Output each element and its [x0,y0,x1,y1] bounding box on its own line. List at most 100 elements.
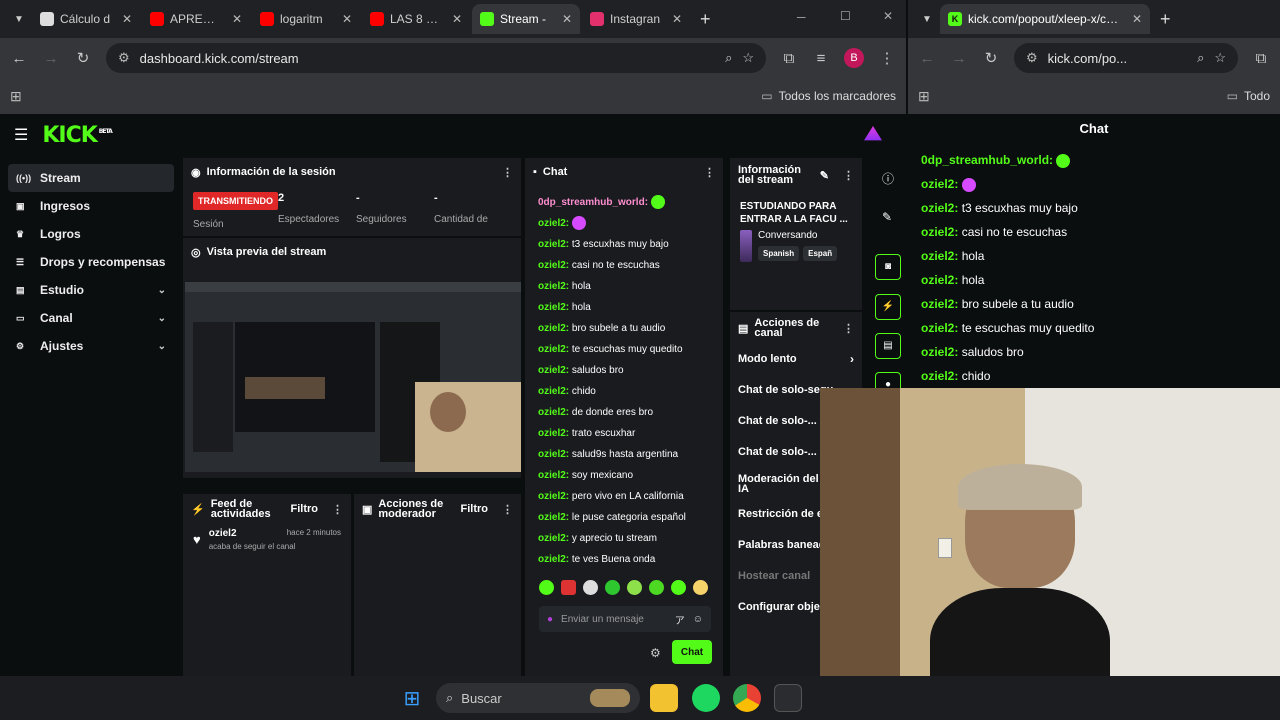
chat-username[interactable]: oziel2: [538,407,569,418]
minimize-button[interactable]: ─ [797,10,806,24]
taskbar-search[interactable]: ⌕ Buscar [436,683,640,713]
windows-start-icon[interactable]: ⊞ [398,684,426,712]
mod-more-icon[interactable]: ⋮ [502,503,513,516]
session-more-icon[interactable]: ⋮ [502,166,513,179]
chrome-icon[interactable] [733,684,761,712]
forward-icon[interactable]: → [42,50,60,67]
mic-icon[interactable]: ● [547,614,553,625]
sidebar-item-canal[interactable]: ▭ Canal ⌄ [8,304,174,332]
popout-extensions-icon[interactable]: ⧉ [1252,50,1270,67]
list-icon[interactable]: ▤ [875,333,901,359]
chat-input[interactable]: ● Enviar un mensaje ア ☺ [539,606,711,632]
url-field[interactable]: ⚙ dashboard.kick.com/stream ⌕ ☆ [106,43,766,73]
close-tab-icon[interactable]: ✕ [1132,12,1142,26]
emote-icon[interactable] [539,580,554,595]
chat-username[interactable]: oziel2: [538,470,569,481]
stream-info-more-icon[interactable]: ⋮ [843,169,854,182]
chat-username[interactable]: oziel2: [538,323,569,334]
popout-bookmarks-button[interactable]: ▭ Todo [1227,89,1270,103]
menu-icon[interactable]: ⋮ [878,49,896,67]
kick-logo[interactable]: KICK BETA [42,123,112,148]
chat-username[interactable]: oziel2: [538,554,569,565]
mod-filter-button[interactable]: Filtro [461,503,489,515]
info-icon[interactable]: ⓘ [882,170,894,187]
popout-tab-search-icon[interactable]: ▼ [916,14,938,25]
bookmark-star-icon[interactable]: ☆ [742,50,754,66]
chat-username[interactable]: oziel2: [921,225,958,239]
apps-icon[interactable]: ⊞ [10,88,22,105]
popout-apps-icon[interactable]: ⊞ [918,88,930,105]
tag-chip[interactable]: Españ [803,246,838,261]
chat-username[interactable]: oziel2: [921,321,958,335]
chat-username[interactable]: oziel2: [921,177,958,191]
popout-zoom-icon[interactable]: ⌕ [1197,50,1204,66]
emote-icon[interactable] [627,580,642,595]
close-window-button[interactable]: ✕ [883,9,893,23]
browser-tab[interactable]: Cálculo d ✕ [32,4,140,34]
chat-username[interactable]: oziel2: [921,201,958,215]
chat-username[interactable]: oziel2: [921,345,958,359]
chat-username[interactable]: 0dp_streamhub_world: [538,197,648,208]
emote-icon[interactable] [605,580,620,595]
channel-actions-more-icon[interactable]: ⋮ [843,322,854,335]
popout-back-icon[interactable]: ← [918,50,936,67]
maximize-button[interactable]: ☐ [840,9,851,23]
browser-tab[interactable]: logaritm ✕ [252,4,360,34]
browser-tab[interactable]: APRENDI ✕ [142,4,250,34]
pencil-icon[interactable]: ✎ [882,210,892,224]
back-icon[interactable]: ← [10,50,28,67]
chat-username[interactable]: oziel2: [538,491,569,502]
sidebar-item-logros[interactable]: ♛ Logros [8,220,174,248]
browser-tab[interactable]: LAS 8 PR ✕ [362,4,470,34]
chat-username[interactable]: oziel2: [921,369,958,383]
emote-icon[interactable] [649,580,664,595]
feed-filter-button[interactable]: Filtro [291,503,319,515]
camera-icon[interactable]: ◙ [875,254,901,280]
chat-username[interactable]: oziel2: [538,512,569,523]
reload-icon[interactable]: ↻ [74,49,92,67]
chat-more-icon[interactable]: ⋮ [704,166,715,179]
notification-avatar-icon[interactable] [864,126,882,141]
feed-user[interactable]: oziel2 [209,528,237,539]
close-tab-icon[interactable]: ✕ [232,12,242,26]
chat-username[interactable]: oziel2: [921,273,958,287]
chat-username[interactable]: oziel2: [538,386,569,397]
chat-username[interactable]: oziel2: [538,449,569,460]
all-bookmarks-button[interactable]: ▭ Todos los marcadores [761,89,896,103]
browser-tab[interactable]: Instagran ✕ [582,4,690,34]
emote-icon[interactable] [561,580,576,595]
close-tab-icon[interactable]: ✕ [562,12,572,26]
sidebar-item-ingresos[interactable]: ▣ Ingresos [8,192,174,220]
chat-username[interactable]: oziel2: [538,239,569,250]
tag-chip[interactable]: Spanish [758,246,800,261]
file-explorer-icon[interactable] [650,684,678,712]
zoom-icon[interactable]: ⌕ [725,50,732,66]
chat-username[interactable]: oziel2: [538,281,569,292]
chat-username[interactable]: oziel2: [921,297,958,311]
popout-tab[interactable]: K kick.com/popout/xleep-x/chat ✕ [940,4,1150,34]
hamburger-menu-icon[interactable]: ☰ [14,125,28,145]
spotify-icon[interactable] [692,684,720,712]
popout-star-icon[interactable]: ☆ [1214,50,1226,66]
sidebar-item-estudio[interactable]: ▤ Estudio ⌄ [8,276,174,304]
edit-icon[interactable]: ✎ [820,169,829,182]
chat-username[interactable]: oziel2: [538,302,569,313]
chat-username[interactable]: oziel2: [538,428,569,439]
browser-tab[interactable]: Stream - ✕ [472,4,580,34]
close-tab-icon[interactable]: ✕ [452,12,462,26]
sidebar-item-stream[interactable]: ((•)) Stream [8,164,174,192]
chat-username[interactable]: oziel2: [538,533,569,544]
site-settings-icon[interactable]: ⚙ [118,50,130,66]
emote-icon[interactable] [693,580,708,595]
chat-username[interactable]: oziel2: [538,260,569,271]
popout-site-settings-icon[interactable]: ⚙ [1026,50,1038,66]
chat-username[interactable]: oziel2: [538,218,569,229]
close-tab-icon[interactable]: ✕ [122,12,132,26]
popout-forward-icon[interactable]: → [950,50,968,67]
sidebar-item-drops-y-recompensas[interactable]: ☰ Drops y recompensas [8,248,174,276]
emote-icon[interactable] [583,580,598,595]
popout-new-tab-button[interactable]: + [1160,9,1171,30]
close-tab-icon[interactable]: ✕ [672,12,682,26]
new-tab-button[interactable]: + [700,9,711,30]
bolt-icon[interactable]: ⚡ [875,294,901,320]
